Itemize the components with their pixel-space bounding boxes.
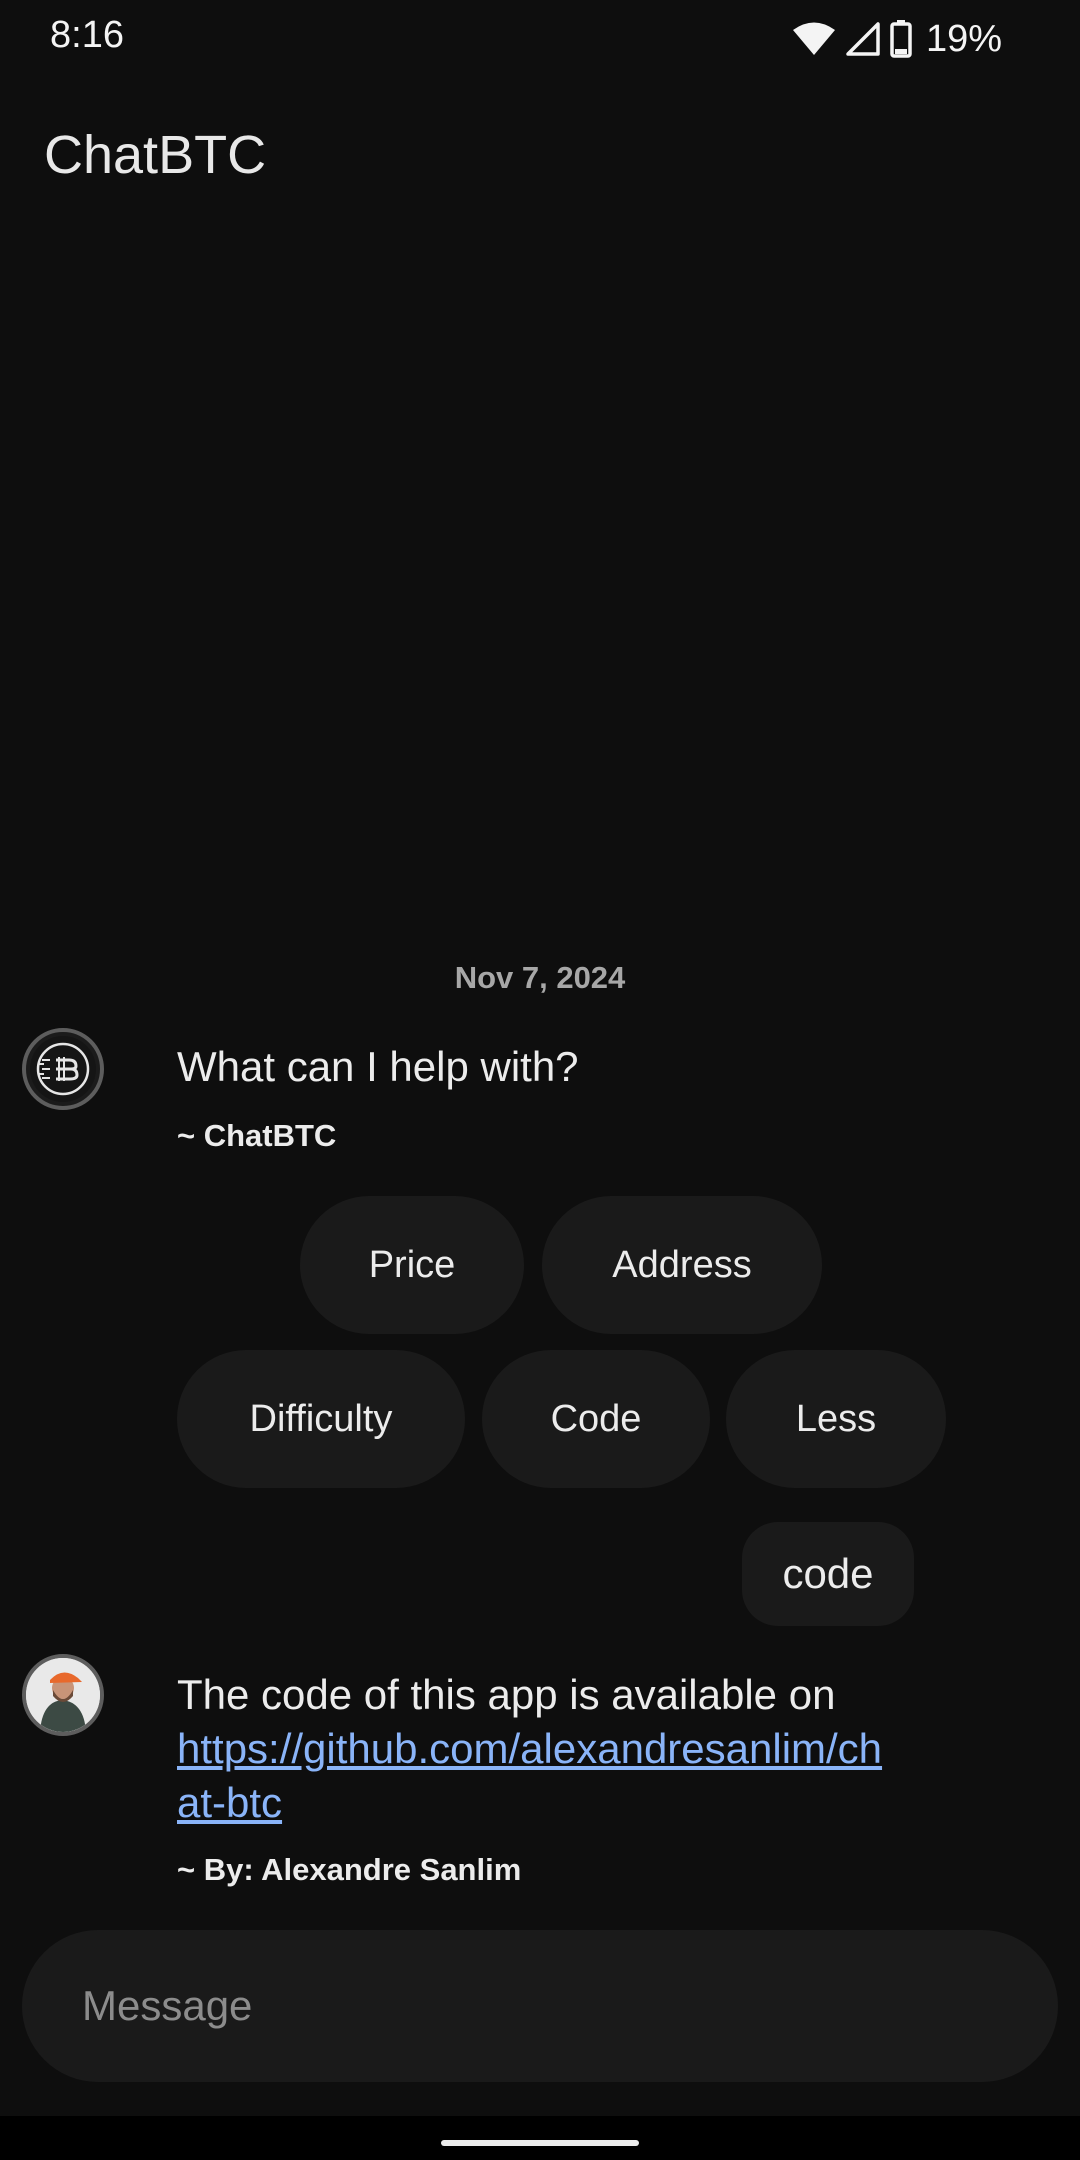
bot-message-signature: ~ ChatBTC [177,1118,337,1153]
bot-avatar[interactable] [22,1028,104,1110]
suggestion-chip-less[interactable]: Less [726,1350,946,1488]
home-gesture-handle[interactable] [441,2140,639,2146]
cellular-signal-icon [846,22,880,56]
navigation-bar [0,2116,1080,2160]
reply-message: The code of this app is available on htt… [177,1668,897,1830]
suggestion-chip-code[interactable]: Code [482,1350,710,1488]
reply-message-text: The code of this app is available on [177,1671,836,1718]
status-time: 8:16 [50,14,124,56]
date-separator: Nov 7, 2024 [454,960,626,995]
user-message-bubble: code [742,1522,914,1626]
suggestion-chip-difficulty[interactable]: Difficulty [177,1350,465,1488]
bot-message-text: What can I help with? [177,1043,579,1090]
status-bar: 8:16 19% [0,0,1080,80]
battery-icon [890,20,912,58]
battery-percent: 19% [925,17,1002,60]
message-input[interactable] [22,1930,1058,2082]
author-avatar[interactable] [22,1654,104,1736]
wifi-icon [792,21,836,57]
suggestion-chip-address[interactable]: Address [542,1196,822,1334]
status-icons: 19% [792,14,1002,64]
author-photo [26,1658,100,1732]
reply-message-signature: ~ By: Alexandre Sanlim [177,1852,522,1887]
github-link[interactable]: https://github.com/alexandresanlim/chat-… [177,1725,882,1826]
bitcoin-logo-icon [30,1036,96,1102]
suggestion-chip-price[interactable]: Price [300,1196,524,1334]
app-title: ChatBTC [44,125,267,185]
